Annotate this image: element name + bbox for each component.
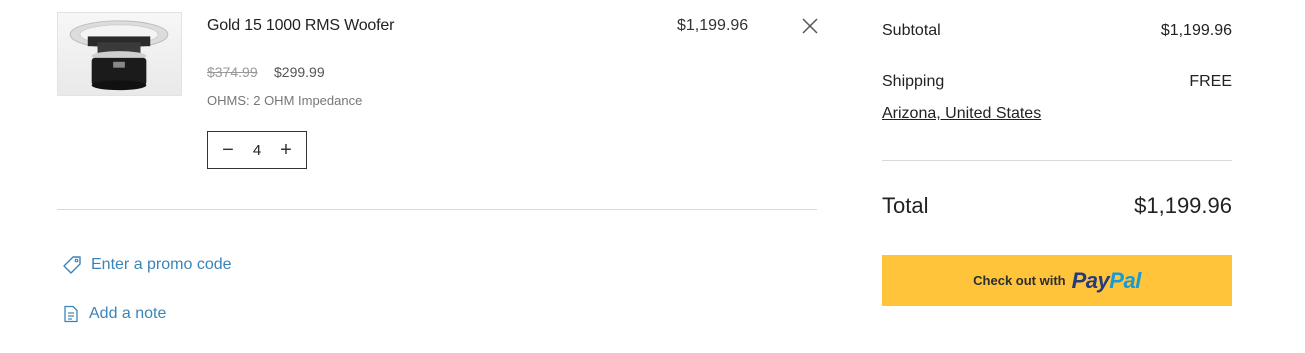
- checkout-lead-text: Check out with: [973, 273, 1066, 288]
- add-note-link[interactable]: Add a note: [62, 305, 166, 323]
- quantity-stepper: − 4 +: [207, 131, 307, 169]
- cart-divider: [57, 209, 817, 210]
- note-icon: [64, 305, 78, 323]
- paypal-logo: PayPal: [1071, 267, 1142, 294]
- tag-icon: [63, 256, 81, 274]
- paypal-logo-pal: Pal: [1109, 267, 1141, 293]
- shipping-location-link[interactable]: Arizona, United States: [882, 105, 1041, 123]
- shipping-label: Shipping: [882, 73, 945, 90]
- paypal-checkout-button[interactable]: Check out with PayPal: [882, 255, 1232, 306]
- subtotal-label: Subtotal: [882, 22, 941, 39]
- product-name[interactable]: Gold 15 1000 RMS Woofer: [207, 17, 394, 35]
- total-value: $1,199.96: [1134, 193, 1232, 218]
- total-label: Total: [882, 193, 929, 218]
- shipping-value: FREE: [1189, 73, 1232, 90]
- remove-item-button[interactable]: [800, 16, 820, 36]
- subtotal-value: $1,199.96: [1160, 22, 1232, 39]
- summary-divider: [882, 160, 1232, 161]
- increase-quantity-button[interactable]: +: [276, 140, 296, 160]
- subwoofer-image: [69, 20, 169, 91]
- close-icon: [802, 18, 818, 34]
- promo-code-link[interactable]: Enter a promo code: [62, 255, 232, 275]
- add-note-label: Add a note: [89, 305, 167, 322]
- paypal-logo-pay: Pay: [1071, 267, 1110, 293]
- decrease-quantity-button[interactable]: −: [218, 140, 238, 160]
- promo-code-label: Enter a promo code: [91, 256, 232, 273]
- product-variant: OHMS: 2 OHM Impedance: [207, 93, 363, 108]
- quantity-value[interactable]: 4: [253, 142, 261, 159]
- line-item-total: $1,199.96: [677, 17, 749, 34]
- sale-price: $299.99: [274, 64, 325, 80]
- product-image[interactable]: [57, 12, 182, 96]
- original-price: $374.99: [207, 64, 258, 80]
